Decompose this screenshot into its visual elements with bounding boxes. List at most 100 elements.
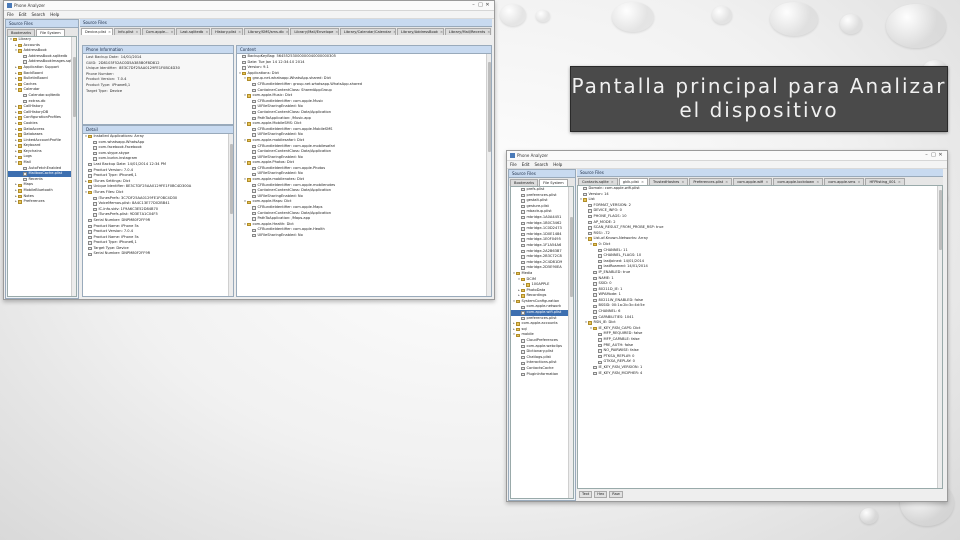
viewer-tab[interactable]: Contacts.sqlite × (578, 178, 618, 185)
close-tab-icon[interactable]: × (681, 180, 684, 184)
viewer-tab[interactable]: HFPlisting_001 × (865, 178, 905, 185)
viewer-tab[interactable]: com.apple.sms × (824, 178, 865, 185)
scrollbar[interactable] (71, 37, 76, 296)
file-icon (521, 210, 525, 214)
menu-edit[interactable]: Edit (19, 12, 27, 17)
tree-row[interactable]: PluginInformation (511, 372, 573, 378)
file-icon (583, 187, 587, 191)
file-icon (93, 207, 97, 212)
file-icon (252, 206, 256, 210)
close-tab-icon[interactable]: × (286, 30, 289, 34)
close-tab-icon[interactable]: × (898, 180, 901, 184)
viewer-tab[interactable]: com.apple.lockdown × (773, 178, 824, 185)
menu-file[interactable]: File (7, 12, 14, 17)
close-tab-icon[interactable]: × (335, 30, 338, 34)
menu-search[interactable]: Search (31, 12, 45, 17)
viewer-tab[interactable]: com.apple.wifi × (733, 178, 773, 185)
folder-icon (88, 191, 92, 195)
maximize-icon[interactable]: □ (930, 151, 937, 160)
viewer-tab[interactable]: History.plist × (211, 28, 244, 35)
close-tab-icon[interactable]: × (440, 30, 443, 34)
scrollbar[interactable] (486, 54, 491, 296)
left-window-titlebar: Phone Analyzer – □ ✕ (4, 1, 494, 11)
maximize-icon[interactable]: □ (477, 1, 484, 10)
water-drop-decoration (612, 2, 654, 32)
left-viewer-tabs: Device.plist × Info.plist × Com.apple... × Las… (80, 27, 492, 35)
close-icon[interactable]: ✕ (937, 151, 944, 160)
file-icon (88, 252, 92, 256)
folder-icon (516, 299, 520, 304)
viewer-tab[interactable]: Library/SMS/sms.db × (244, 28, 290, 35)
close-tab-icon[interactable]: × (238, 30, 241, 34)
tree-row[interactable]: ▸ Preferences (8, 199, 76, 205)
tab-file-system[interactable]: File System (36, 29, 65, 36)
file-icon (521, 367, 525, 371)
menu-file[interactable]: File (510, 162, 517, 167)
viewer-tab[interactable]: gklk.plist × (618, 178, 648, 185)
menu-help[interactable]: Help (553, 162, 562, 167)
scrollbar[interactable] (937, 186, 942, 488)
folder-icon (247, 178, 251, 182)
file-icon (88, 230, 92, 234)
close-tab-icon[interactable]: × (171, 30, 174, 34)
phone-info-value: 8E3C7DF25AA0129FE1F0BC4D30 (119, 66, 180, 71)
menu-search[interactable]: Search (534, 162, 548, 167)
viewer-tab[interactable]: Library/Mail/Recents × (444, 28, 491, 35)
folder-icon (247, 122, 251, 126)
tree-row-label: UIFileSharingEnabled: No (257, 233, 303, 237)
viewer-tab-label: com.apple.wifi (737, 180, 764, 184)
close-tab-icon[interactable]: × (725, 180, 728, 184)
callout-line-1: Pantalla principal para Analizar (571, 74, 947, 98)
viewer-tab[interactable]: Library/Calendar/Calendar × (339, 28, 396, 35)
file-tree: ▾ Library ▸ Accounts ▾ AddressBook AddressBook… (8, 37, 76, 205)
tab-bookmarks[interactable]: Bookmarks (7, 29, 36, 36)
view-mode-tab[interactable]: Raw (609, 491, 623, 498)
close-tab-icon[interactable]: × (135, 30, 138, 34)
tab-file-system[interactable]: File System (539, 179, 568, 186)
water-drop-decoration (860, 508, 878, 524)
close-tab-icon[interactable]: × (765, 180, 768, 184)
close-tab-icon[interactable]: × (487, 30, 490, 34)
viewer-tab[interactable]: Library/AddressBook × (396, 28, 444, 35)
tree-row[interactable]: Serial Number: DNPM80F2FF9R (83, 251, 233, 257)
tree-row[interactable]: UIFileSharingEnabled: No (237, 233, 491, 239)
file-icon (521, 249, 525, 254)
close-tab-icon[interactable]: × (641, 180, 644, 184)
viewer-tab-label: Info.plist (117, 30, 134, 34)
folder-icon (18, 43, 22, 48)
scrollbar[interactable] (228, 134, 233, 296)
minimize-icon[interactable]: – (470, 1, 477, 10)
file-icon (588, 203, 592, 208)
folder-icon (247, 77, 251, 81)
minimize-icon[interactable]: – (923, 151, 930, 160)
viewer-tab[interactable]: Device.plist × (81, 28, 113, 35)
viewer-tab[interactable]: Info.plist × (113, 28, 141, 35)
viewer-tab[interactable]: TrustedHashes × (648, 178, 689, 185)
close-tab-icon[interactable]: × (611, 180, 614, 184)
view-mode-tab[interactable]: Text (579, 491, 593, 498)
tree-row[interactable]: IE_KEY_RSN_MCIPHER: 4 (578, 371, 942, 377)
close-tab-icon[interactable]: × (393, 30, 395, 34)
viewer-tab[interactable]: Last.sqlitedb × (176, 28, 211, 35)
menu-help[interactable]: Help (50, 12, 59, 17)
close-tab-icon[interactable]: × (108, 30, 111, 34)
close-tab-icon[interactable]: × (857, 180, 860, 184)
file-icon (521, 355, 525, 360)
content-panel: Content BackupKeyBag: 564552530000000400… (236, 45, 492, 297)
menu-edit[interactable]: Edit (522, 162, 530, 167)
viewer-tab[interactable]: Preferences.plist × (689, 178, 733, 185)
folder-icon (18, 133, 22, 137)
file-icon (583, 192, 587, 197)
close-tab-icon[interactable]: × (205, 30, 208, 34)
file-icon (252, 194, 256, 199)
viewer-tab-label: Library/AddressBook (400, 30, 439, 34)
tab-bookmarks[interactable]: Bookmarks (510, 179, 539, 186)
file-icon (252, 88, 256, 93)
viewer-tab[interactable]: Library/Mail/Envelope × (290, 28, 339, 35)
view-mode-tab[interactable]: Hex (594, 491, 608, 498)
viewer-tab[interactable]: Com.apple... × (141, 28, 176, 35)
plist-content-panel: Domain: com.apple.wifi.plist Version: 14 ▾… (577, 185, 943, 489)
close-tab-icon[interactable]: × (816, 180, 819, 184)
scrollbar[interactable] (568, 187, 573, 498)
close-icon[interactable]: ✕ (484, 1, 491, 10)
